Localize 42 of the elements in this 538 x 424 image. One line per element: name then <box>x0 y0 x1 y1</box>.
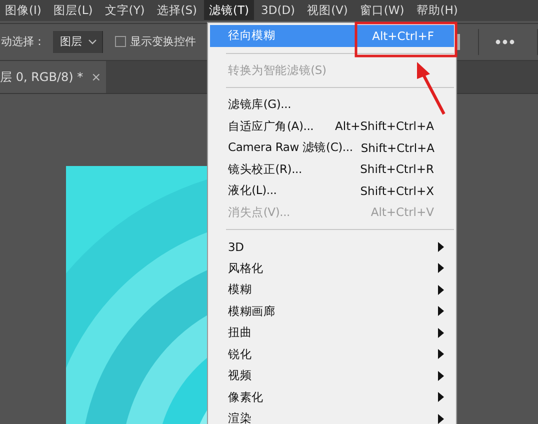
menu-item[interactable]: 扭曲 <box>210 322 454 344</box>
menu-bar-item[interactable]: 3D(D) <box>256 0 300 20</box>
checkbox-label: 显示变换控件 <box>130 34 196 50</box>
submenu-arrow-icon <box>438 370 444 381</box>
menu-item[interactable]: 视频 <box>210 365 454 386</box>
menu-item[interactable]: 自适应广角(A)... Alt+Shift+Ctrl+A <box>210 116 454 137</box>
layer-dropdown[interactable]: 图层 <box>53 30 103 53</box>
caret-icon <box>88 38 97 45</box>
toolbar-handle <box>456 34 460 50</box>
checkbox[interactable] <box>115 36 126 48</box>
submenu-arrow-icon <box>438 306 444 316</box>
menu-item[interactable]: 液化(L)... Shift+Ctrl+X <box>210 180 454 202</box>
submenu-arrow-icon <box>438 284 444 295</box>
menu-item[interactable]: 模糊画廊 <box>210 300 454 322</box>
menu-bar-item[interactable]: 帮助(H) <box>411 0 463 20</box>
menu-item[interactable]: 滤镜库(G)... <box>210 94 454 116</box>
menu-bar-item[interactable]: 图像(I) <box>0 0 46 20</box>
menu-bar-item[interactable]: 文字(Y) <box>100 0 150 20</box>
menu-item[interactable]: 像素化 <box>210 386 454 408</box>
menu-bar-item[interactable]: 图层(L) <box>48 0 98 20</box>
menu-bar-item[interactable]: 窗口(W) <box>354 0 410 20</box>
menu-item[interactable]: 风格化 <box>210 258 454 279</box>
menu-bar-item[interactable]: 视图(V) <box>302 0 353 20</box>
menu-bar-item[interactable]: 滤镜(T) <box>204 0 254 20</box>
submenu-arrow-icon <box>438 414 444 424</box>
menu-bar-item[interactable]: 选择(S) <box>152 0 202 20</box>
submenu-arrow-icon <box>438 328 444 338</box>
menu-item[interactable]: 渲染 <box>210 408 454 424</box>
more-icon[interactable] <box>495 38 515 45</box>
menu-item[interactable]: 模糊 <box>210 279 454 300</box>
document-tab[interactable]: 层 0, RGB/8) * × <box>0 61 106 93</box>
option-label: 动选择： <box>1 34 45 50</box>
submenu-arrow-icon <box>438 349 444 360</box>
submenu-arrow-icon <box>438 392 444 402</box>
submenu-arrow-icon <box>438 242 444 252</box>
menu-item[interactable]: 3D <box>210 236 454 258</box>
menu-item[interactable]: 镜头校正(R)... Shift+Ctrl+R <box>210 158 454 180</box>
menu-item[interactable]: Camera Raw 滤镜(C)... Shift+Ctrl+A <box>210 137 454 158</box>
arrow <box>417 62 446 115</box>
close-icon[interactable]: × <box>91 70 102 84</box>
menu-item[interactable]: 锐化 <box>210 344 454 365</box>
submenu-arrow-icon <box>438 263 444 274</box>
